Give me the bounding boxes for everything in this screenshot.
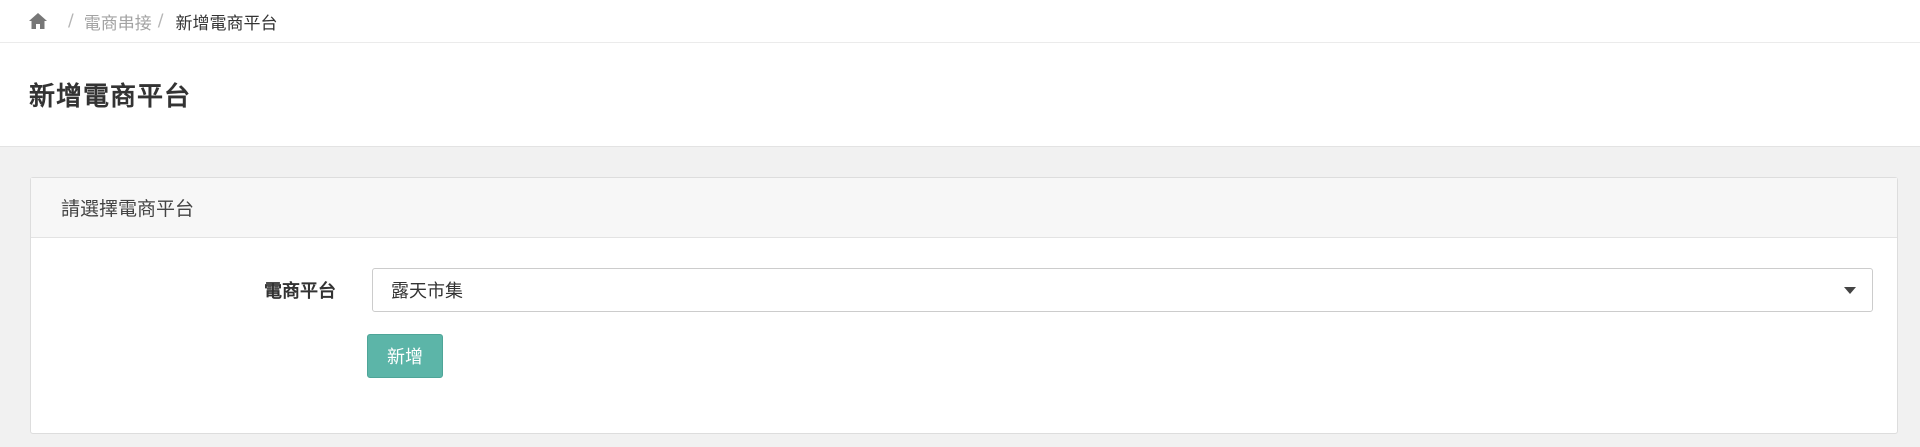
top-area: / 電商串接 / 新增電商平台 新增電商平台 (0, 0, 1920, 147)
main-content: 請選擇電商平台 電商平台 露天市集 新增 (0, 147, 1920, 434)
platform-label: 電商平台 (264, 281, 336, 302)
page-header: 新增電商平台 (0, 43, 1920, 147)
page-title: 新增電商平台 (29, 82, 192, 112)
platform-form-row: 電商平台 露天市集 (31, 268, 1897, 312)
chevron-down-icon (1844, 286, 1856, 294)
platform-select[interactable]: 露天市集 (372, 268, 1873, 312)
button-row: 新增 (367, 334, 1897, 378)
breadcrumb-separator: / (68, 11, 74, 31)
select-platform-panel: 請選擇電商平台 電商平台 露天市集 新增 (30, 177, 1898, 434)
breadcrumb-separator: / (157, 11, 164, 31)
panel-body: 電商平台 露天市集 新增 (31, 238, 1897, 378)
add-button[interactable]: 新增 (367, 334, 443, 378)
breadcrumb-item-current: 新增電商平台 (175, 13, 278, 34)
breadcrumb-item-ecommerce-integration[interactable]: 電商串接 (84, 9, 152, 34)
breadcrumb: / 電商串接 / 新增電商平台 (0, 0, 1920, 43)
platform-select-value: 露天市集 (391, 281, 463, 302)
panel-heading: 請選擇電商平台 (31, 178, 1897, 238)
home-icon[interactable] (28, 12, 48, 30)
